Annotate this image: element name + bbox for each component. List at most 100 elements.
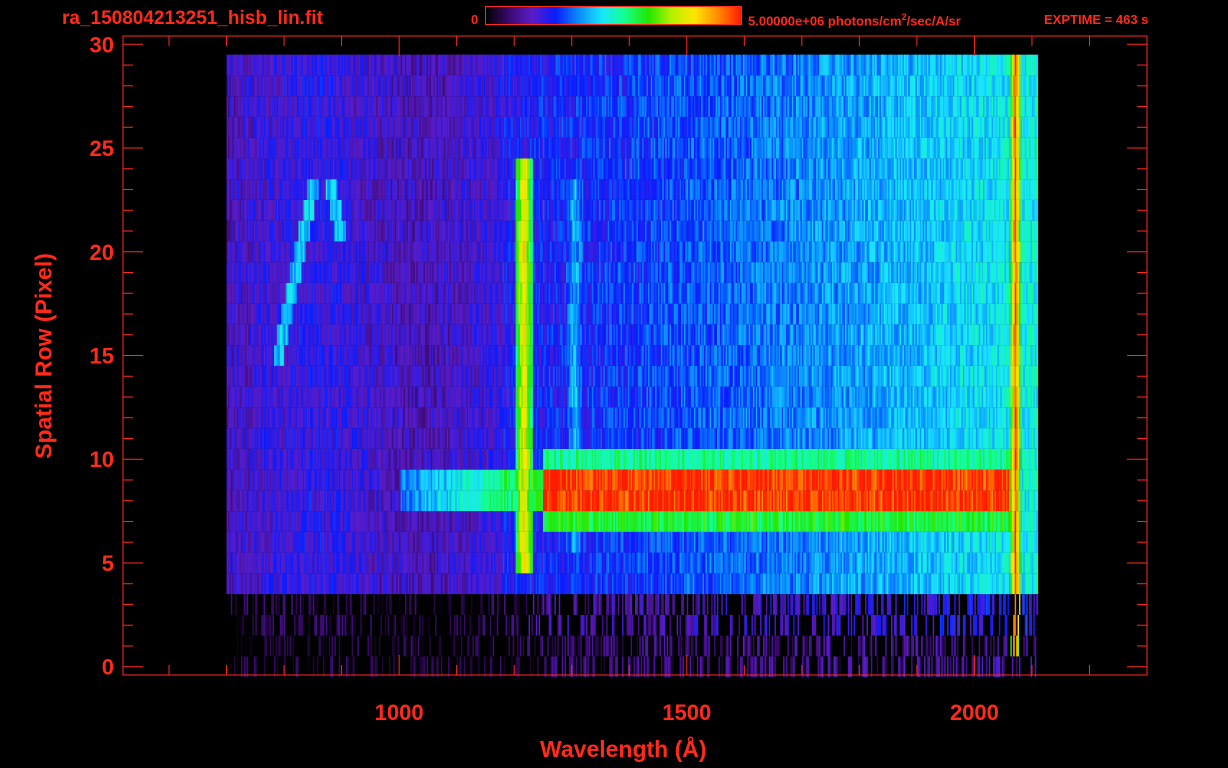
heatmap-cell [1000, 614, 1006, 636]
heatmap-cell [649, 490, 655, 512]
heatmap-cell [1034, 614, 1039, 636]
heatmap-cell [886, 656, 892, 678]
heatmap-cell [693, 490, 699, 512]
heatmap-cell [886, 635, 892, 657]
heatmap-cell [636, 490, 640, 512]
heatmap-cell [460, 656, 465, 678]
heatmap-cell [226, 656, 232, 678]
heatmap-cell [479, 656, 485, 678]
heatmap-cell [830, 635, 844, 657]
heatmap-cell [672, 469, 676, 491]
heatmap-cell [383, 656, 390, 678]
heatmap-cell [863, 614, 867, 636]
heatmap-cell [1020, 656, 1031, 678]
heatmap-cell [538, 594, 542, 615]
heatmap-cell [449, 448, 453, 470]
heatmap-cell [338, 594, 347, 615]
heatmap-cell [491, 614, 495, 636]
heatmap-cell [742, 656, 748, 678]
heatmap-cell [918, 594, 922, 615]
heatmap-cell [832, 469, 837, 491]
heatmap-cell [294, 635, 308, 657]
heatmap-cell [376, 635, 380, 657]
heatmap-cell [921, 656, 925, 678]
heatmap-cell [551, 614, 558, 636]
heatmap-cell [722, 635, 727, 657]
heatmap-cell [236, 594, 245, 615]
heatmap-cell [725, 490, 729, 512]
heatmap-cell [465, 614, 470, 636]
heatmap-cell [980, 635, 985, 657]
heatmap-cell [826, 594, 831, 615]
heatmap-cell [829, 469, 833, 491]
heatmap-cell [1007, 614, 1014, 636]
heatmap-cell [353, 635, 358, 657]
heatmap-cell [777, 594, 781, 615]
heatmap-cell [614, 614, 623, 636]
heatmap-cell [958, 656, 962, 678]
heatmap-cell [538, 656, 545, 678]
heatmap-cell [561, 469, 567, 491]
heatmap-cell [469, 635, 473, 657]
heatmap-cell [577, 594, 586, 615]
heatmap-cell [744, 531, 748, 553]
heatmap-cell [643, 594, 647, 615]
heatmap-cell [596, 614, 603, 636]
heatmap-cell [960, 614, 964, 636]
heatmap-cell [574, 635, 578, 657]
heatmap-cell [309, 635, 319, 657]
heatmap-cell [679, 490, 685, 512]
heatmap-cell [601, 594, 607, 615]
heatmap-cell [238, 635, 242, 657]
heatmap-cell [693, 656, 698, 678]
heatmap-cell [824, 614, 829, 636]
heatmap-cell [532, 614, 537, 636]
heatmap-cell [1036, 469, 1039, 491]
heatmap-cell [358, 635, 368, 657]
heatmap-cell [568, 614, 581, 636]
heatmap-cell [709, 469, 715, 491]
heatmap-cell [1036, 531, 1039, 553]
heatmap-cell [499, 594, 505, 615]
heatmap-cell [238, 656, 242, 678]
heatmap-cell [949, 594, 955, 615]
spectrum-heatmap: 1000 1500 2000051015202530 [90, 32, 1148, 725]
heatmap-cell [304, 614, 309, 636]
heatmap-cell [896, 614, 901, 636]
heatmap-cell [1016, 594, 1020, 615]
heatmap-cell [757, 656, 761, 678]
heatmap-cell [788, 614, 794, 636]
heatmap-cell [867, 614, 872, 636]
heatmap-cell [505, 594, 512, 615]
heatmap-cell [862, 469, 866, 491]
heatmap-cell [665, 614, 670, 636]
heatmap-cell [960, 490, 964, 512]
heatmap-cell [555, 594, 560, 615]
heatmap-cell [430, 635, 439, 657]
heatmap-cell [1003, 552, 1007, 574]
heatmap-cell [389, 614, 394, 636]
heatmap-cell [394, 635, 399, 657]
heatmap-cell [806, 490, 811, 512]
heatmap-cell [557, 656, 563, 678]
heatmap-cell [639, 614, 645, 636]
heatmap-cell [460, 614, 465, 636]
heatmap-cell [670, 490, 675, 512]
heatmap-cell [939, 594, 944, 615]
heatmap-cell [407, 614, 413, 636]
heatmap-cell [737, 490, 741, 512]
heatmap-cell [699, 594, 703, 615]
heatmap-cell [594, 656, 601, 678]
heatmap-cell [440, 635, 453, 657]
heatmap-cell [558, 635, 563, 657]
heatmap-cell [607, 614, 613, 636]
heatmap-cell [1036, 656, 1039, 678]
heatmap-cell [816, 614, 824, 636]
heatmap-cell [335, 635, 340, 657]
heatmap-cell [965, 614, 971, 636]
heatmap-cell [226, 614, 238, 636]
heatmap-cell [465, 594, 472, 615]
heatmap-cell [990, 656, 994, 678]
heatmap-cell [623, 656, 629, 678]
heatmap-cell [248, 594, 252, 615]
